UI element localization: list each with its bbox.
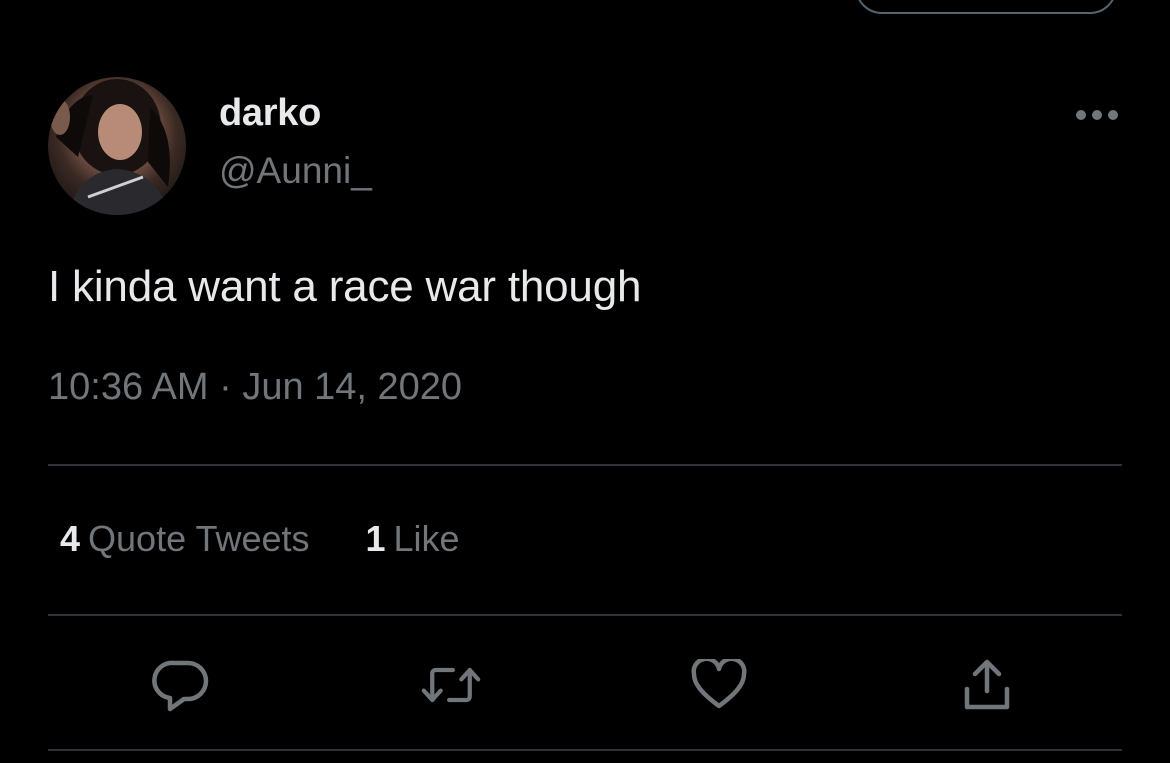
- follow-button[interactable]: [855, 0, 1117, 14]
- more-options-icon[interactable]: [1072, 100, 1122, 130]
- author-handle[interactable]: @Aunni_: [219, 150, 372, 192]
- divider: [48, 749, 1122, 751]
- reply-button[interactable]: [151, 655, 211, 715]
- like-button[interactable]: [689, 655, 749, 715]
- tweet-timestamp[interactable]: 10:36 AM · Jun 14, 2020: [48, 366, 462, 409]
- quote-tweets-label: Quote Tweets: [88, 518, 310, 559]
- quote-tweets-stat[interactable]: 4 Quote Tweets: [60, 518, 310, 560]
- avatar[interactable]: [48, 77, 186, 215]
- likes-stat[interactable]: 1 Like: [366, 518, 460, 560]
- likes-count: 1: [365, 518, 386, 559]
- tweet-text: I kinda want a race war though: [48, 262, 642, 311]
- quote-tweets-count: 4: [60, 518, 81, 559]
- divider: [48, 464, 1122, 466]
- share-button[interactable]: [957, 655, 1017, 715]
- share-icon: [964, 659, 1010, 710]
- reply-icon: [152, 660, 209, 712]
- retweet-button[interactable]: [421, 655, 481, 715]
- heart-icon: [691, 659, 747, 709]
- tweet-actions-bar: [0, 655, 1170, 715]
- likes-label: Like: [393, 518, 460, 559]
- author-display-name[interactable]: darko: [219, 92, 321, 135]
- engagement-stats: 4 Quote Tweets 1 Like: [60, 518, 460, 560]
- retweet-icon: [421, 667, 481, 703]
- divider: [48, 614, 1122, 616]
